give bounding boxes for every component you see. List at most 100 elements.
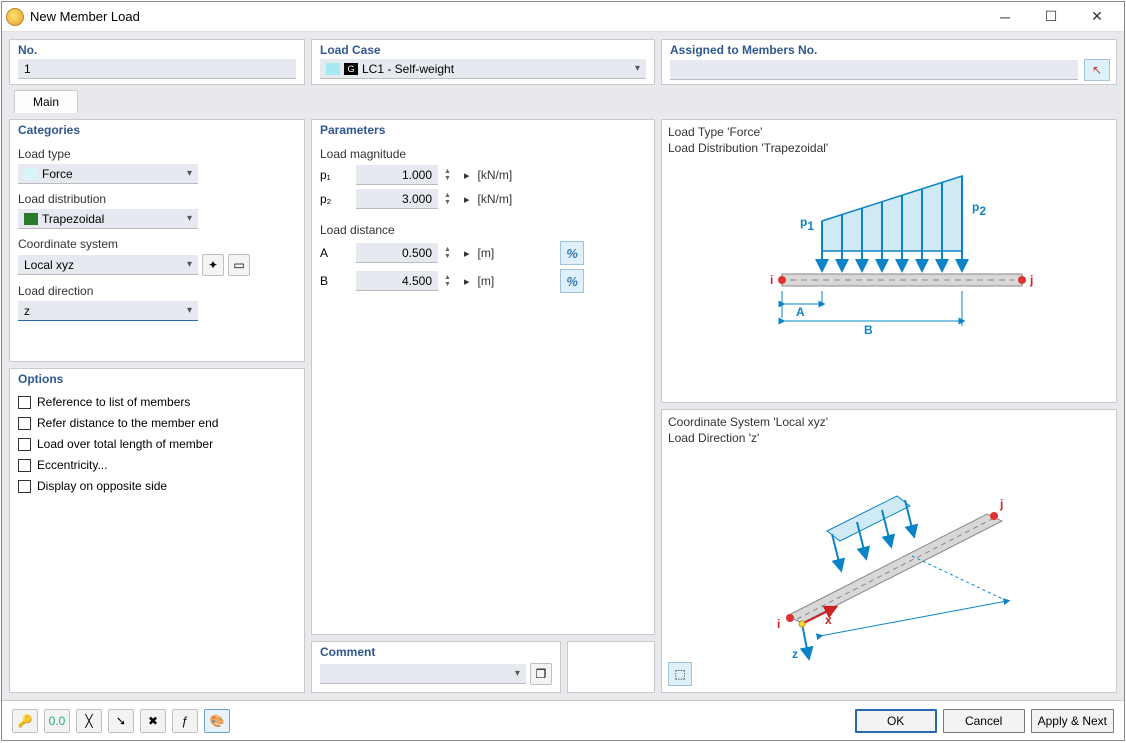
panel-aux xyxy=(567,641,655,693)
tab-main[interactable]: Main xyxy=(14,90,78,113)
content-area: No. Load Case G LC1 - Self-weight ▾ Assi… xyxy=(2,32,1124,700)
label-load-distribution: Load distribution xyxy=(18,192,296,206)
input-p2[interactable] xyxy=(356,189,438,209)
label-opposite-side: Display on opposite side xyxy=(37,479,167,493)
diagram-coord-svg: i j xyxy=(662,446,1092,666)
unit-p1: [kN/m] xyxy=(478,168,513,182)
tab-bar: Main xyxy=(9,91,1117,113)
unit-p2: [kN/m] xyxy=(478,192,513,206)
checkbox-refer-end[interactable] xyxy=(18,417,31,430)
svg-text:j: j xyxy=(1029,273,1033,287)
label-coord-system: Coordinate system xyxy=(18,237,296,251)
spinner-a[interactable]: ▲▼ xyxy=(444,246,456,260)
categories-title: Categories xyxy=(10,120,304,139)
new-coord-system-button[interactable]: ✦ xyxy=(202,254,224,276)
spinner-p2[interactable]: ▲▼ xyxy=(444,192,456,206)
member-icon: ╳ xyxy=(85,714,92,728)
unit-a: [m] xyxy=(478,246,495,260)
label-b: B xyxy=(320,274,348,288)
input-p1[interactable] xyxy=(356,165,438,185)
tool-button-7[interactable]: 🎨 xyxy=(204,709,230,733)
label-load-magnitude: Load magnitude xyxy=(320,147,646,161)
svg-text:p1: p1 xyxy=(800,215,814,233)
input-a[interactable] xyxy=(356,243,438,263)
footer: 🔑 0.0 ╳ ➘ ✖ ƒ 🎨 OK Cancel Apply & Next xyxy=(2,700,1124,740)
combo-load-distribution[interactable]: Trapezoidal ▾ xyxy=(18,209,198,229)
checkbox-eccentricity[interactable] xyxy=(18,459,31,472)
ok-button[interactable]: OK xyxy=(855,709,937,733)
chevron-down-icon: ▾ xyxy=(515,668,520,679)
label-p1: p₁ xyxy=(320,168,348,182)
percent-b-button[interactable]: % xyxy=(560,269,584,293)
label-no: No. xyxy=(10,40,304,59)
spinner-b[interactable]: ▲▼ xyxy=(444,274,456,288)
label-total-length: Load over total length of member xyxy=(37,437,213,451)
unit-b: [m] xyxy=(478,274,495,288)
svg-text:z: z xyxy=(792,647,798,661)
chevron-down-icon: ▾ xyxy=(635,63,640,74)
load-direction-value: z xyxy=(24,304,30,318)
panel-categories: Categories Load type Force ▾ Load distri… xyxy=(9,119,305,362)
tool-button-3[interactable]: ╳ xyxy=(76,709,102,733)
spinner-p1[interactable]: ▲▼ xyxy=(444,168,456,182)
new-star-icon: ✦ xyxy=(208,258,218,272)
load-distribution-color-icon xyxy=(24,213,38,225)
goto-p1-button[interactable]: ▸ xyxy=(464,169,470,182)
label-eccentricity: Eccentricity... xyxy=(37,458,107,472)
panel-assigned: Assigned to Members No. ↖ xyxy=(661,39,1117,85)
svg-text:p2: p2 xyxy=(972,200,986,218)
input-no[interactable] xyxy=(18,59,296,79)
combo-coord-system[interactable]: Local xyz ▾ xyxy=(18,255,198,275)
pick-members-button[interactable]: ↖ xyxy=(1084,59,1110,81)
goto-a-button[interactable]: ▸ xyxy=(464,247,470,260)
combo-load-direction[interactable]: z ▾ xyxy=(18,301,198,321)
help-button[interactable]: 🔑 xyxy=(12,709,38,733)
parameters-title: Parameters xyxy=(312,120,654,139)
svg-text:i: i xyxy=(777,617,780,631)
titlebar: New Member Load ─ ☐ ✕ xyxy=(2,2,1124,32)
label-load-distance: Load distance xyxy=(320,223,646,237)
combo-load-type[interactable]: Force ▾ xyxy=(18,164,198,184)
cancel-button[interactable]: Cancel xyxy=(943,709,1025,733)
load-type-value: Force xyxy=(42,167,73,181)
svg-text:j: j xyxy=(999,497,1003,511)
tool-button-4[interactable]: ➘ xyxy=(108,709,134,733)
key-icon: 🔑 xyxy=(18,714,33,728)
svg-text:B: B xyxy=(864,323,873,337)
load-case-badge: G xyxy=(344,63,358,75)
label-assigned: Assigned to Members No. xyxy=(662,40,1116,59)
label-load-type: Load type xyxy=(18,147,296,161)
window-title: New Member Load xyxy=(30,9,982,24)
maximize-button[interactable]: ☐ xyxy=(1028,3,1074,31)
units-icon: 0.0 xyxy=(49,714,66,728)
goto-b-button[interactable]: ▸ xyxy=(464,275,470,288)
label-load-direction: Load direction xyxy=(18,284,296,298)
minimize-button[interactable]: ─ xyxy=(982,3,1028,31)
apply-next-button[interactable]: Apply & Next xyxy=(1031,709,1114,733)
units-button[interactable]: 0.0 xyxy=(44,709,70,733)
label-refer-end: Refer distance to the member end xyxy=(37,416,218,430)
load-case-color-icon xyxy=(326,63,340,75)
checkbox-total-length[interactable] xyxy=(18,438,31,451)
checkbox-opposite-side[interactable] xyxy=(18,480,31,493)
combo-load-case[interactable]: G LC1 - Self-weight ▾ xyxy=(320,59,646,79)
render-icon: ⬚ xyxy=(674,667,685,681)
copy-comment-button[interactable]: ❐ xyxy=(530,663,552,685)
close-button[interactable]: ✕ xyxy=(1074,3,1120,31)
render-view-button[interactable]: ⬚ xyxy=(668,662,692,686)
input-assigned-members[interactable] xyxy=(670,60,1078,80)
goto-p2-button[interactable]: ▸ xyxy=(464,193,470,206)
label-load-case: Load Case xyxy=(312,40,654,59)
combo-comment[interactable]: ▾ xyxy=(320,664,526,684)
app-icon xyxy=(6,8,24,26)
panel-no: No. xyxy=(9,39,305,85)
coord-system-library-button[interactable]: ▭ xyxy=(228,254,250,276)
input-b[interactable] xyxy=(356,271,438,291)
checkbox-ref-list[interactable] xyxy=(18,396,31,409)
load-type-color-icon xyxy=(24,168,38,180)
library-icon: ▭ xyxy=(233,258,244,272)
tool-button-6[interactable]: ƒ xyxy=(172,709,198,733)
tool-button-5[interactable]: ✖ xyxy=(140,709,166,733)
options-title: Options xyxy=(10,369,304,388)
percent-a-button[interactable]: % xyxy=(560,241,584,265)
